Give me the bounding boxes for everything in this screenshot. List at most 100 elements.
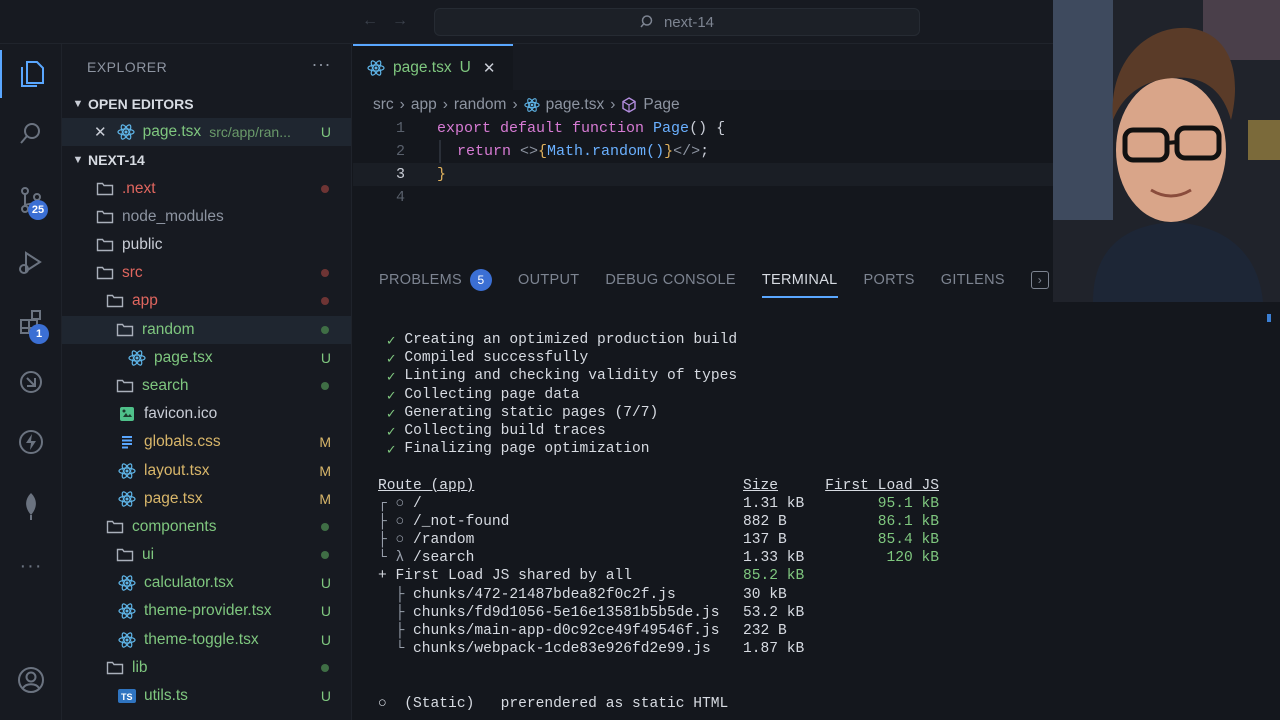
tree-item-next[interactable]: .next (62, 175, 351, 203)
tree-item-src[interactable]: src (62, 259, 351, 287)
build-step-text: Collecting build traces (404, 422, 606, 439)
code-expression: Math.random() (547, 143, 665, 160)
chunk-row: └ chunks/webpack-1cde83e926fd2e99.js 1.87… (378, 641, 1258, 659)
route-size: 137 B (743, 532, 787, 549)
file-tree: .next node_modules public src app random page.… (62, 175, 351, 711)
tab-debug-console[interactable]: DEBUG CONSOLE (605, 260, 735, 300)
tree-item-label: page.tsx (154, 348, 213, 366)
terminal-scroll-indicator[interactable] (1267, 314, 1271, 322)
chevron-down-icon: ▼ (72, 98, 84, 111)
extensions-activity[interactable]: 1 (0, 298, 62, 346)
accounts-activity[interactable] (0, 656, 62, 704)
build-steps: ✓ Creating an optimized production build… (378, 332, 1258, 459)
git-status-letter: M (319, 490, 331, 507)
tree-item-random[interactable]: random (62, 315, 351, 344)
route-size: 882 B (743, 513, 787, 530)
tab-page-tsx[interactable]: page.tsx U ✕ (353, 44, 513, 90)
lightning-icon (19, 430, 43, 454)
code-editor[interactable]: 1 export default function Page() { 2 ret… (353, 117, 1053, 209)
chunk-prefix: ├ (378, 586, 414, 603)
source-control-activity[interactable]: 25 (0, 176, 62, 224)
checkmark-icon: ✓ (378, 370, 405, 387)
tree-item-components[interactable]: components (62, 513, 351, 541)
open-editor-item[interactable]: ✕ page.tsx src/app/ran... U (62, 118, 351, 147)
breadcrumb-item[interactable]: Page (643, 96, 679, 114)
react-icon (128, 349, 146, 367)
search-activity[interactable] (0, 110, 62, 158)
react-icon (118, 462, 136, 480)
tree-item-label: lib (132, 658, 148, 676)
tree-item-page-tsx[interactable]: page.tsx U (62, 344, 351, 372)
project-section[interactable]: ▼ NEXT-14 (62, 146, 351, 174)
tree-item-search[interactable]: search (62, 372, 351, 400)
tree-item-label: random (142, 320, 195, 338)
tree-item-ui[interactable]: ui (62, 541, 351, 569)
git-status-letter: M (319, 434, 331, 451)
more-actions-icon[interactable]: ··· (312, 54, 331, 75)
tab-label: GITLENS (940, 272, 1005, 288)
tree-item-favicon-ico[interactable]: favicon.ico (62, 400, 351, 428)
tree-item-theme-provider-tsx[interactable]: theme-provider.tsx U (62, 597, 351, 625)
tree-item-theme-toggle-tsx[interactable]: theme-toggle.tsx U (62, 626, 351, 654)
line-number: 2 (395, 143, 405, 160)
tab-output[interactable]: OUTPUT (518, 260, 579, 300)
explorer-activity[interactable] (0, 50, 62, 98)
open-editors-section[interactable]: ▼ OPEN EDITORS (62, 90, 351, 118)
run-debug-activity[interactable] (0, 238, 62, 286)
panel-more-button[interactable]: › (1030, 260, 1049, 300)
git-status-dot (321, 381, 329, 390)
code-text: () { (689, 120, 726, 137)
breadcrumb-item[interactable]: random (454, 96, 507, 114)
tree-item-public[interactable]: public (62, 231, 351, 259)
mongodb-activity[interactable] (0, 482, 62, 530)
command-center-search[interactable]: next-14 (434, 8, 920, 36)
react-icon (116, 123, 135, 141)
folder-icon (96, 265, 114, 281)
tab-label: PROBLEMS (379, 272, 462, 288)
build-step: ✓ Collecting build traces (378, 423, 1258, 441)
chevron-right-icon: › (610, 96, 616, 113)
tree-item-calculator-tsx[interactable]: calculator.tsx U (62, 569, 351, 597)
tree-item-app[interactable]: app (62, 287, 351, 315)
tree-item-utils-ts[interactable]: TS utils.ts U (62, 682, 351, 710)
tab-gitlens[interactable]: GITLENS (941, 260, 1005, 300)
close-tab-icon[interactable]: ✕ (483, 59, 496, 77)
route-path: /_not-found (413, 513, 510, 530)
react-icon (118, 490, 136, 508)
terminal-output[interactable]: ✓ Creating an optimized production build… (378, 332, 1258, 714)
tree-item-label: utils.ts (144, 687, 188, 705)
tree-item-globals-css[interactable]: globals.css M (62, 428, 351, 456)
breadcrumb-item[interactable]: src (373, 96, 394, 114)
breadcrumb-item[interactable]: page.tsx (546, 96, 605, 114)
forward-arrow-icon[interactable]: → (392, 12, 408, 30)
build-step-text: Generating static pages (7/7) (404, 404, 659, 421)
search-icon (640, 15, 653, 28)
tab-terminal[interactable]: TERMINAL (761, 260, 838, 300)
tab-problems[interactable]: PROBLEMS 5 (379, 260, 492, 300)
explorer-sidebar: EXPLORER ··· ▼ OPEN EDITORS ✕ page.tsx s… (62, 44, 352, 720)
back-arrow-icon[interactable]: ← (362, 12, 378, 30)
code-fragment-close: </> (673, 143, 701, 160)
folder-icon (116, 547, 134, 563)
folder-icon (106, 519, 124, 535)
chunk-name: chunks/webpack-1cde83e926fd2e99.js (413, 641, 711, 658)
route-first-load: 86.1 kB (877, 513, 939, 530)
more-activity[interactable]: ··· (0, 542, 62, 590)
remote-activity[interactable] (0, 358, 62, 406)
tree-item-layout-tsx[interactable]: layout.tsx M (62, 456, 351, 484)
route-prefix: ┌ ○ (378, 495, 414, 512)
close-icon[interactable]: ✕ (94, 123, 107, 141)
route-path: /random (413, 532, 475, 549)
tab-label: PORTS (863, 272, 915, 288)
thunder-activity[interactable] (0, 418, 62, 466)
tab-ports[interactable]: PORTS (864, 260, 915, 300)
activity-bar: 25 1 ··· (0, 44, 62, 720)
breadcrumb-item[interactable]: app (411, 96, 437, 114)
git-status-dot (321, 325, 329, 334)
tab-label: OUTPUT (517, 272, 580, 288)
tree-item-node-modules[interactable]: node_modules (62, 203, 351, 231)
tree-item-page-tsx[interactable]: page.tsx M (62, 485, 351, 513)
shared-size: 85.2 kB (743, 568, 805, 585)
react-icon (118, 602, 136, 620)
tree-item-lib[interactable]: lib (62, 654, 351, 682)
